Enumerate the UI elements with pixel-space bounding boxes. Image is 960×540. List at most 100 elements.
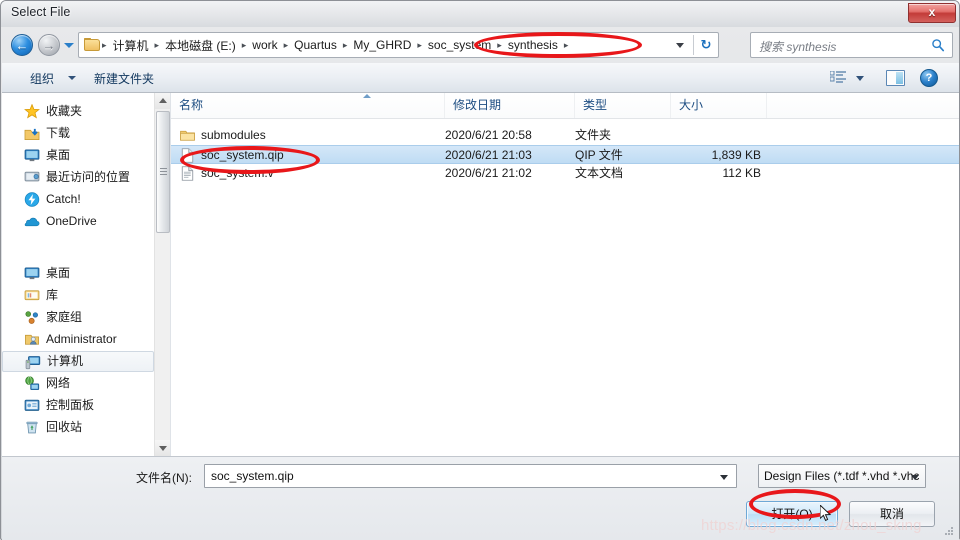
scroll-up-button[interactable] [155, 93, 170, 109]
sidebar-item-administrator[interactable]: Administrator [2, 329, 154, 350]
cell-date: 2020/6/21 20:58 [445, 128, 532, 142]
table-row[interactable]: soc_system.v 2020/6/21 21:02 文本文档 112 KB [171, 164, 959, 183]
sidebar-item-onedrive[interactable]: OneDrive [2, 211, 154, 232]
column-header-size[interactable]: 大小 [671, 93, 767, 118]
sidebar-label: 最近访问的位置 [46, 170, 131, 184]
desktop-icon [24, 149, 40, 162]
breadcrumb-item-2[interactable]: work [247, 36, 282, 54]
address-bar[interactable]: ▸ 计算机 ▸ 本地磁盘 (E:) ▸ work ▸ Quartus ▸ My_… [78, 32, 719, 58]
scrollbar-thumb[interactable] [156, 111, 170, 233]
dialog-content: 收藏夹 下载 桌面 最近访问的位置 Catch! OneDrive 桌面 库 家… [2, 93, 959, 456]
cell-name: submodules [201, 128, 266, 142]
dialog-footer: 文件名(N): soc_system.qip Design Files (*.t… [2, 456, 959, 540]
column-headers: 名称 修改日期 类型 大小 [171, 93, 959, 119]
open-button[interactable]: 打开(O) [746, 501, 838, 527]
help-glyph: ? [925, 72, 933, 84]
sidebar-label: 收藏夹 [46, 104, 83, 118]
sidebar-item-recent-places[interactable]: 最近访问的位置 [2, 167, 154, 188]
sidebar-item-catch[interactable]: Catch! [2, 189, 154, 210]
sidebar-item-desktop-root[interactable]: 桌面 [2, 263, 154, 284]
sidebar-item-homegroup[interactable]: 家庭组 [2, 307, 154, 328]
breadcrumb-item-5[interactable]: soc_system [423, 36, 496, 54]
navigation-pane: 收藏夹 下载 桌面 最近访问的位置 Catch! OneDrive 桌面 库 家… [2, 93, 170, 456]
new-folder-button[interactable]: 新建文件夹 [90, 69, 158, 88]
refresh-icon[interactable]: ↻ [694, 38, 718, 52]
cell-type: 文本文档 [575, 166, 624, 180]
sidebar-item-libraries[interactable]: 库 [2, 285, 154, 306]
chevron-down-icon [911, 475, 919, 480]
catch-icon [24, 192, 40, 207]
back-button[interactable]: ← [11, 34, 33, 56]
help-icon[interactable]: ? [920, 69, 938, 87]
sidebar-item-computer[interactable]: 计算机 [2, 351, 154, 372]
breadcrumb-separator[interactable]: ▸ [496, 40, 503, 51]
search-box[interactable]: 搜索 synthesis [750, 32, 953, 58]
organize-button[interactable]: 组织 [26, 69, 58, 88]
cell-date: 2020/6/21 21:02 [445, 166, 532, 180]
file-type-filter-select[interactable]: Design Files (*.tdf *.vhd *.vhc [758, 464, 926, 488]
column-header-type[interactable]: 类型 [575, 93, 671, 118]
sidebar-label: 家庭组 [46, 310, 83, 324]
sort-ascending-icon [363, 94, 371, 98]
file-name-input[interactable]: soc_system.qip [204, 464, 737, 488]
recent-locations-dropdown-icon[interactable] [64, 43, 74, 48]
address-dropdown-icon[interactable] [676, 42, 684, 48]
cell-type: QIP 文件 [575, 148, 623, 162]
forward-button[interactable]: → [38, 34, 60, 56]
sidebar-label: 网络 [46, 376, 71, 390]
sidebar-item-desktop[interactable]: 桌面 [2, 145, 154, 166]
column-header-name[interactable]: 名称 [171, 93, 445, 118]
cancel-button[interactable]: 取消 [849, 501, 935, 527]
search-icon [932, 39, 945, 52]
sidebar-item-control-panel[interactable]: 控制面板 [2, 395, 154, 416]
cell-date: 2020/6/21 21:03 [445, 148, 532, 162]
column-label: 修改日期 [453, 98, 502, 112]
table-row[interactable]: soc_system.qip 2020/6/21 21:03 QIP 文件 1,… [171, 145, 959, 164]
sidebar-item-favorites[interactable]: 收藏夹 [2, 101, 154, 122]
command-bar: 组织 新建文件夹 ? [2, 63, 959, 93]
breadcrumb-item-1[interactable]: 本地磁盘 (E:) [160, 35, 241, 56]
sidebar-item-downloads[interactable]: 下载 [2, 123, 154, 144]
breadcrumb-separator[interactable]: ▸ [416, 40, 423, 51]
cell-size: 1,839 KB [711, 148, 761, 162]
search-input[interactable]: 搜索 synthesis [759, 38, 836, 55]
scroll-down-button[interactable] [155, 440, 170, 456]
cell-name: soc_system.v [201, 166, 274, 180]
text-file-icon [181, 166, 194, 181]
list-view-icon[interactable] [830, 71, 846, 85]
view-options-dropdown-icon[interactable] [856, 76, 864, 81]
preview-pane-icon[interactable] [886, 70, 905, 86]
folder-icon [84, 38, 101, 52]
resize-grip[interactable] [943, 525, 955, 537]
sidebar-scrollbar[interactable] [154, 93, 170, 456]
breadcrumb-separator[interactable]: ▸ [563, 40, 570, 51]
folder-icon [180, 130, 195, 141]
breadcrumb-item-6[interactable]: synthesis [503, 36, 563, 54]
chevron-down-icon[interactable] [720, 475, 728, 480]
table-row[interactable]: submodules 2020/6/21 20:58 文件夹 [171, 126, 959, 145]
breadcrumb-separator[interactable]: ▸ [101, 40, 108, 51]
file-icon [181, 148, 194, 163]
sidebar-item-recycle-bin[interactable]: 回收站 [2, 417, 154, 438]
desktop-icon [24, 267, 40, 280]
sidebar-label: Administrator [46, 332, 117, 346]
breadcrumb-item-3[interactable]: Quartus [289, 36, 342, 54]
chevron-down-icon[interactable] [68, 76, 76, 80]
sidebar-item-network[interactable]: 网络 [2, 373, 154, 394]
sidebar-label: 计算机 [47, 354, 84, 368]
column-header-date[interactable]: 修改日期 [445, 93, 575, 118]
file-type-filter-value: Design Files (*.tdf *.vhd *.vhc [764, 469, 920, 483]
recent-places-icon [24, 171, 40, 182]
column-label: 名称 [179, 98, 204, 112]
recycle-bin-icon [26, 421, 38, 434]
homegroup-icon [25, 311, 38, 324]
network-icon [25, 376, 40, 391]
onedrive-icon [24, 217, 40, 227]
breadcrumb-item-0[interactable]: 计算机 [108, 35, 154, 56]
breadcrumb-item-4[interactable]: My_GHRD [348, 36, 416, 54]
window-title: Select File [11, 5, 71, 19]
sidebar-label: Catch! [46, 192, 81, 206]
select-file-dialog: Select File x ← → ▸ 计算机 ▸ 本地磁盘 (E:) ▸ wo… [0, 0, 960, 540]
close-button[interactable]: x [908, 3, 956, 23]
sidebar-label: 库 [46, 288, 59, 302]
